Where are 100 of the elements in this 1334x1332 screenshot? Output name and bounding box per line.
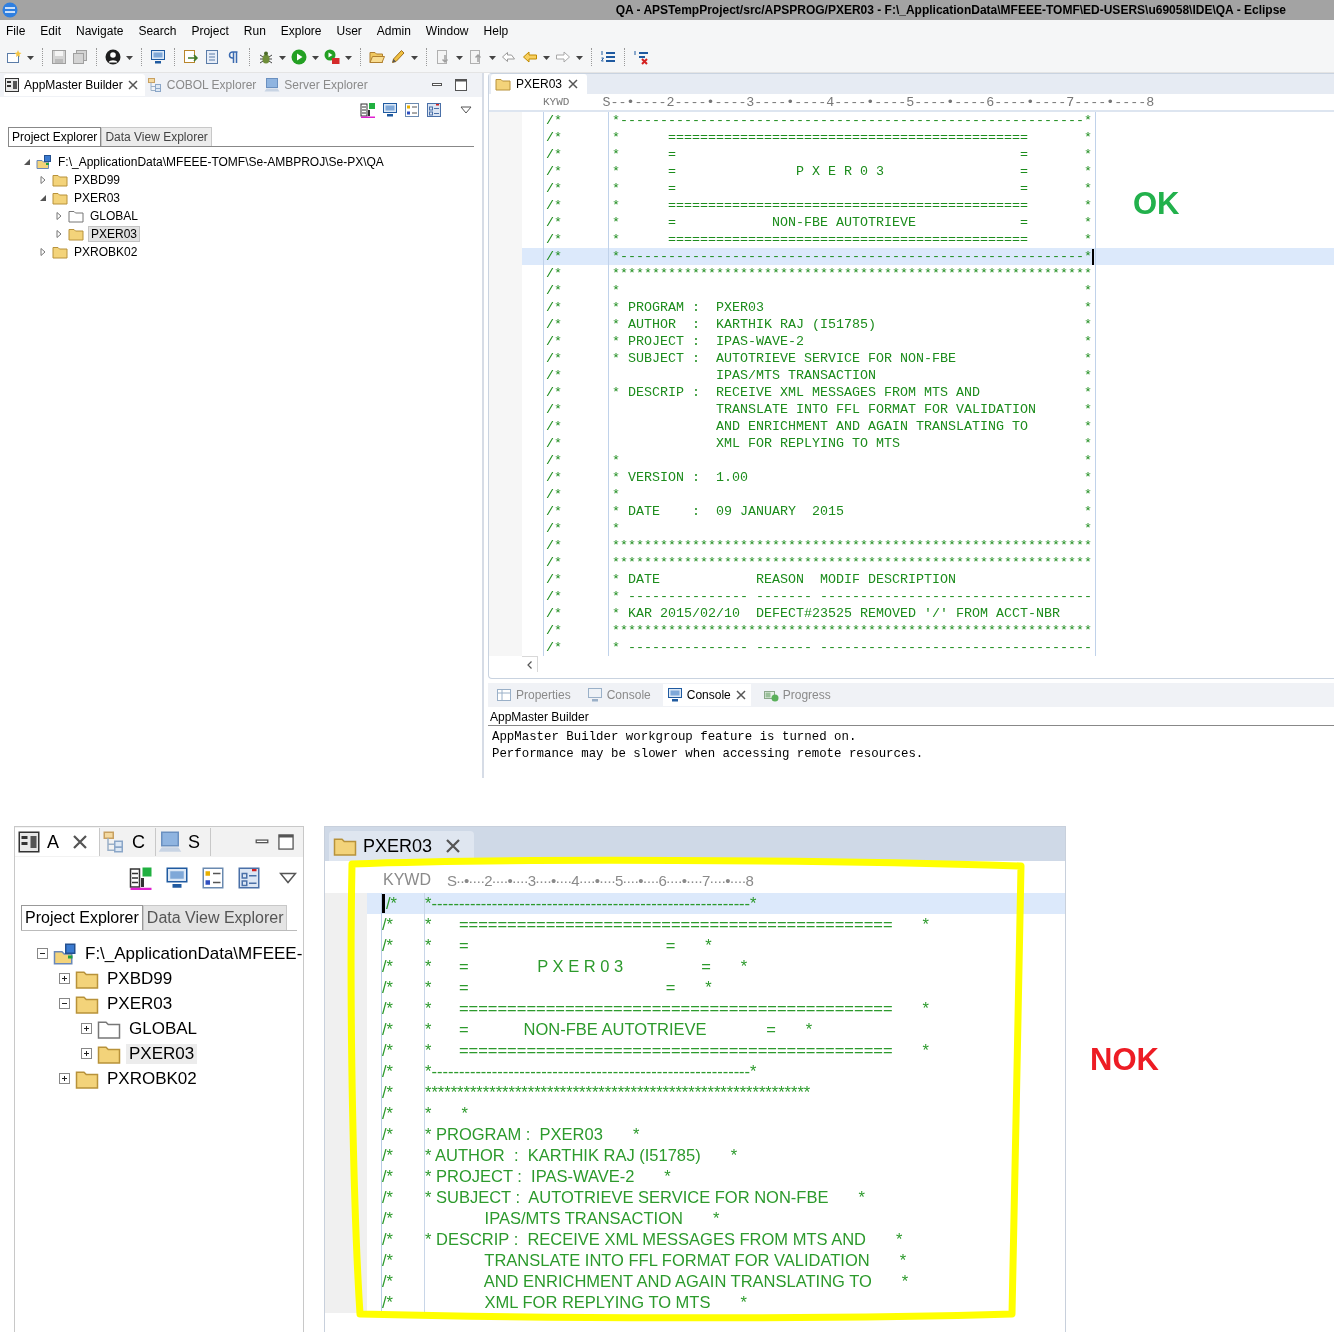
checklist-icon[interactable] xyxy=(201,866,225,890)
user-icon[interactable] xyxy=(105,48,121,65)
menu-item[interactable]: Search xyxy=(138,23,177,38)
expander-icon[interactable] xyxy=(81,1048,92,1059)
code-text: ************************************************************ xyxy=(425,1082,811,1103)
checklist-icon[interactable] xyxy=(404,102,420,118)
document-icon[interactable] xyxy=(204,48,220,65)
columns-icon[interactable] xyxy=(360,102,376,118)
tree-item[interactable]: GLOBAL xyxy=(126,1018,201,1039)
maximize-icon[interactable] xyxy=(277,833,295,851)
remove-list-icon[interactable] xyxy=(633,48,649,65)
view-tab[interactable]: S xyxy=(156,828,212,856)
explorer-tab[interactable]: Data View Explorer xyxy=(142,905,288,930)
comment-marker: /* xyxy=(546,266,562,282)
close-icon[interactable] xyxy=(126,79,139,91)
tree-item[interactable]: PXER03 xyxy=(72,191,123,205)
document-arrow-icon[interactable] xyxy=(183,48,199,65)
code-text: *----------------------------------------------------------* xyxy=(425,1061,757,1082)
monitor-icon[interactable] xyxy=(150,48,166,65)
explorer-tab[interactable]: Data View Explorer xyxy=(101,127,212,146)
form-icon[interactable] xyxy=(237,866,261,890)
back-arrow-icon[interactable] xyxy=(522,48,538,65)
explorer-tab[interactable]: Project Explorer xyxy=(8,127,102,146)
numbered-list-icon[interactable] xyxy=(600,48,616,65)
tree-item[interactable]: PXROBK02 xyxy=(104,1068,200,1089)
pen-icon[interactable] xyxy=(390,48,406,65)
editor-tab[interactable]: PXER03 xyxy=(491,74,588,95)
view-tab[interactable]: AppMaster Builder xyxy=(4,74,145,96)
form-icon[interactable] xyxy=(426,102,442,118)
expander-icon[interactable] xyxy=(22,157,32,167)
menu-item[interactable]: Project xyxy=(191,23,229,38)
monitor-icon xyxy=(586,687,603,703)
view-tab[interactable]: A xyxy=(15,828,100,856)
menu-item[interactable]: File xyxy=(6,23,26,38)
comment-marker: /* xyxy=(382,1124,393,1145)
code-text: * xyxy=(612,452,620,470)
expander-icon[interactable] xyxy=(37,948,48,959)
expander-icon[interactable] xyxy=(38,193,48,203)
code-text: * = NON-FBE AUTOTRIEVE = xyxy=(425,1019,776,1040)
line-end-mark: * xyxy=(1084,504,1092,520)
menu-item[interactable]: Run xyxy=(243,23,266,38)
close-icon[interactable] xyxy=(567,78,580,91)
tree-item[interactable]: F:\_ApplicationData\MFEEE- xyxy=(82,943,306,964)
comment-marker: /* xyxy=(546,640,562,656)
new-file-icon[interactable] xyxy=(6,48,22,65)
close-icon[interactable] xyxy=(734,689,747,701)
tree-item[interactable]: PXER03 xyxy=(104,993,176,1014)
line-end-mark: * xyxy=(922,998,929,1019)
menu-item[interactable]: User xyxy=(336,23,362,38)
expander-icon[interactable] xyxy=(59,973,70,984)
view-tab[interactable]: C xyxy=(100,828,156,856)
columns-icon[interactable] xyxy=(129,866,153,890)
code-text: * = NON-FBE AUTOTRIEVE = xyxy=(612,214,1028,232)
comment-marker: /* xyxy=(546,147,562,163)
expander-icon[interactable] xyxy=(81,1023,92,1034)
line-end-mark: * xyxy=(1084,487,1092,503)
play-icon[interactable] xyxy=(291,48,307,65)
console-tab[interactable]: Console xyxy=(662,684,751,706)
play-toolbox-icon[interactable] xyxy=(324,48,340,65)
menu-item[interactable]: Edit xyxy=(40,23,62,38)
maximize-icon[interactable] xyxy=(454,78,468,92)
menu-item[interactable]: Navigate xyxy=(76,23,124,38)
editor-tab[interactable]: PXER03 xyxy=(329,831,475,861)
tree-item[interactable]: PXROBK02 xyxy=(72,245,140,259)
code-text: XML FOR REPLYING TO MTS xyxy=(483,1292,711,1313)
tree-item[interactable]: PXER03 xyxy=(88,226,141,242)
code-text: * = P X E R 0 3 = xyxy=(425,956,711,977)
menu-item[interactable]: Admin xyxy=(376,23,411,38)
tree-item[interactable]: GLOBAL xyxy=(88,209,141,223)
code-text: ************************************************************ xyxy=(612,622,1092,640)
close-icon[interactable] xyxy=(71,833,89,851)
code-text: * DATE : 09 JANUARY 2015 xyxy=(612,503,844,521)
monitor-icon[interactable] xyxy=(382,102,398,118)
code-text: * xyxy=(612,282,620,300)
comment-marker: /* xyxy=(386,893,397,914)
close-icon[interactable] xyxy=(444,837,463,855)
explorer-tab[interactable]: Project Explorer xyxy=(21,905,143,930)
comment-marker: /* xyxy=(382,914,393,935)
line-end-mark: * xyxy=(1084,351,1092,367)
code-text: * SUBJECT : AUTOTRIEVE SERVICE FOR NON-FBE xyxy=(425,1187,829,1208)
code-text: * DESCRIP : RECEIVE XML MESSAGES FROM MTS AND xyxy=(425,1229,866,1250)
monitor-icon[interactable] xyxy=(165,866,189,890)
code-text: *----------------------------------------------------------* xyxy=(425,893,757,914)
comment-marker: /* xyxy=(546,589,562,605)
code-text: TRANSLATE INTO FFL FORMAT FOR VALIDATION xyxy=(714,401,1036,419)
menu-item[interactable]: Help xyxy=(483,23,509,38)
code-text: IPAS/MTS TRANSACTION xyxy=(714,367,876,385)
tree-item[interactable]: PXER03 xyxy=(126,1043,198,1064)
tree-item[interactable]: PXBD99 xyxy=(104,968,176,989)
view-menu-icon[interactable] xyxy=(460,104,472,116)
expander-icon[interactable] xyxy=(59,998,70,1009)
tree-item[interactable]: F:\_ApplicationData\MFEEE-TOMF\Se-AMBPROJ\Se-PX\QA xyxy=(56,155,386,169)
code-text: AND ENRICHMENT AND AGAIN TRANSLATING TO xyxy=(482,1271,872,1292)
console-line: AppMaster Builder workgroup feature is turned on. xyxy=(492,729,858,746)
menu-item[interactable]: Explore xyxy=(280,23,322,38)
menu-item[interactable]: Window xyxy=(425,23,469,38)
tree-item[interactable]: PXBD99 xyxy=(72,173,123,187)
code-text: * ============================================= xyxy=(425,1040,893,1061)
expander-icon[interactable] xyxy=(59,1073,70,1084)
folder-icon xyxy=(52,244,68,260)
